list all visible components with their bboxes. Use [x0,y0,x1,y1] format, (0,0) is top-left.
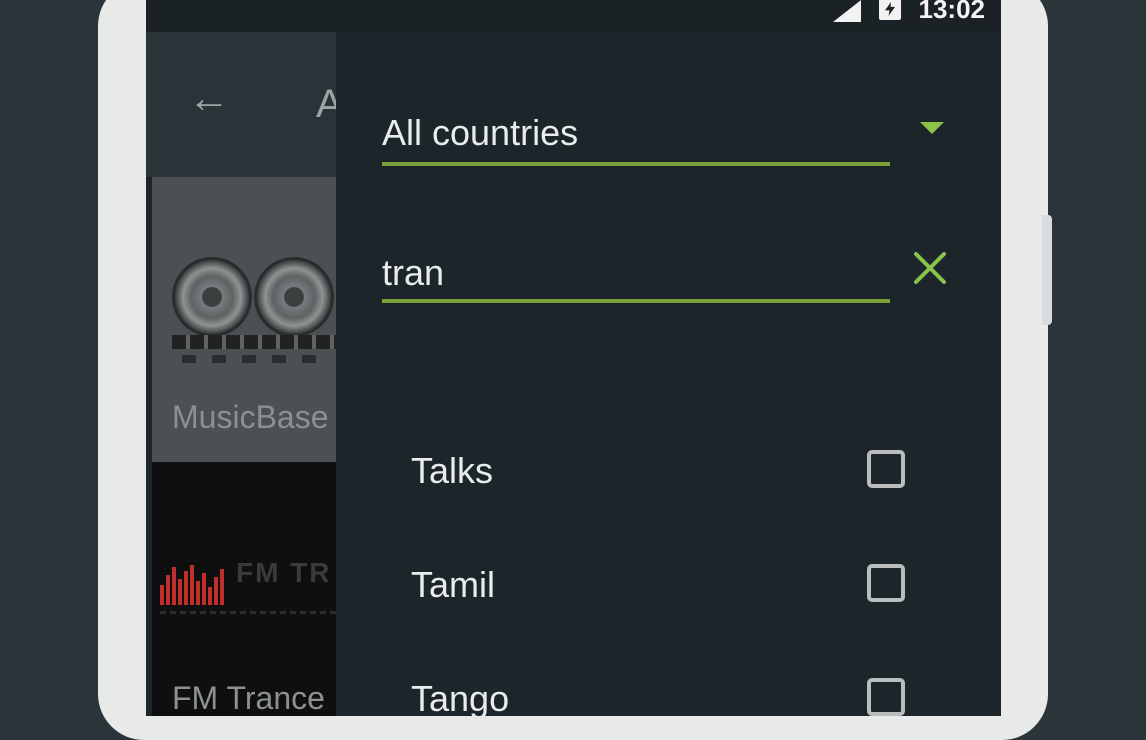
checkbox-icon[interactable] [867,450,905,488]
search-value: tran [382,252,445,293]
search-input[interactable]: tran [382,252,890,308]
speaker-graphic [172,257,252,337]
field-underline [382,299,890,303]
country-value: All countries [382,112,579,153]
station-logo: FM TR [160,557,350,627]
artwork-band [172,335,352,349]
logo-subline [160,611,340,614]
station-name: MusicBase [172,399,329,435]
app-screen: 13:02 ← A MusicBase FM TR FM Trance All … [146,0,1001,716]
phone-side-button [1042,215,1052,325]
station-card-musicbase[interactable]: MusicBase [152,177,352,462]
logo-text: FM TR [236,557,332,588]
dropdown-arrow-icon[interactable] [920,122,944,134]
filter-drawer: All countries tran Talks Tamil Tango [336,32,1001,716]
country-dropdown[interactable]: All countries [382,112,890,168]
station-name: FM Trance [172,680,325,716]
status-bar: 13:02 [146,0,1001,32]
status-time: 13:02 [918,0,986,24]
app-bar: ← A [146,32,346,177]
battery-charging-icon [879,0,901,20]
back-arrow-icon[interactable]: ← [188,77,230,119]
genre-label: Tamil [411,564,496,605]
genre-item-tango[interactable]: Tango [411,678,911,716]
checkbox-icon[interactable] [867,678,905,716]
checkbox-icon[interactable] [867,564,905,602]
genre-label: Talks [411,450,494,491]
field-underline [382,162,890,166]
station-card-fm-trance[interactable]: FM TR FM Trance [152,462,352,716]
signal-icon [833,0,861,22]
station-artwork [172,257,352,377]
genre-item-talks[interactable]: Talks [411,450,911,506]
equalizer-bars-icon [160,565,224,605]
clear-icon[interactable] [910,248,950,288]
genre-item-tamil[interactable]: Tamil [411,564,911,620]
artwork-dots [182,355,332,363]
speaker-graphic [254,257,334,337]
genre-label: Tango [411,678,510,716]
